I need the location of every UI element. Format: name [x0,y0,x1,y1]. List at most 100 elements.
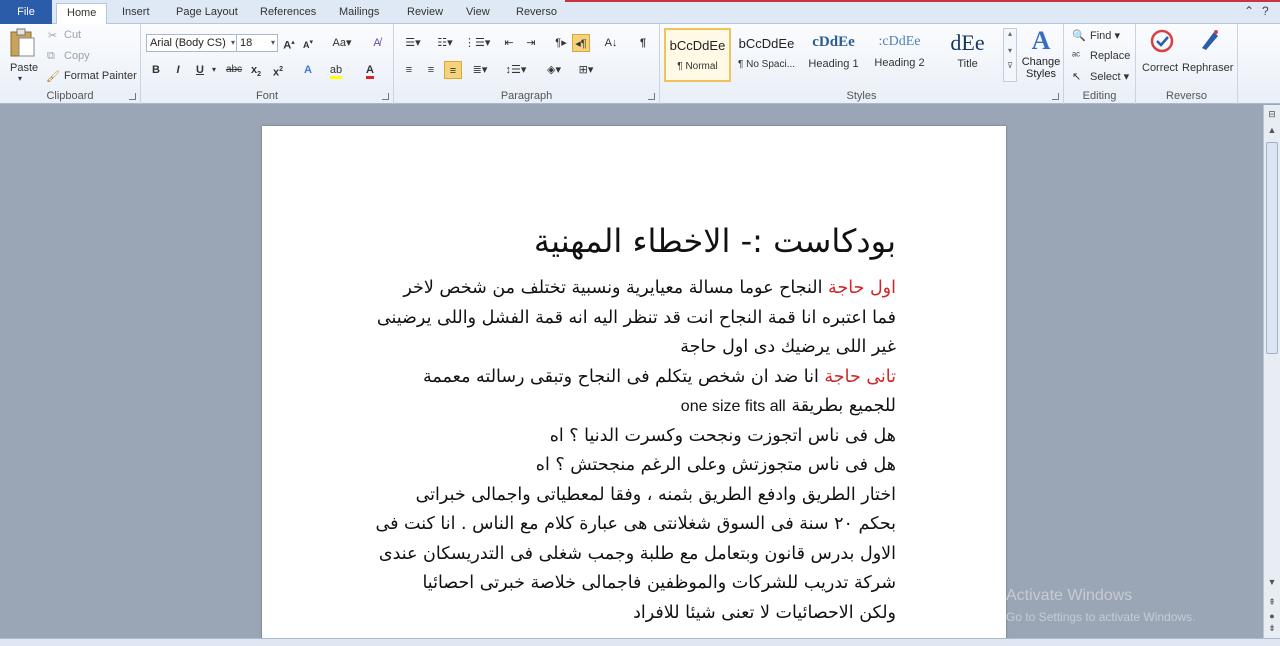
scroll-thumb[interactable] [1266,142,1278,354]
ribbon-tab-bar: File Home Insert Page Layout References … [0,0,1280,25]
tab-mailings[interactable]: Mailings [329,3,389,24]
paste-dropdown-icon[interactable]: ▾ [18,74,22,83]
styles-down-icon[interactable]: ▾ [1004,46,1016,55]
paste-button[interactable]: Paste ▾ [6,28,38,88]
tab-page-layout[interactable]: Page Layout [166,3,248,24]
font-size-dropdown-icon: ▾ [270,38,275,47]
tab-review[interactable]: Review [397,3,453,24]
tab-reverso[interactable]: Reverso [506,3,567,24]
ribbon-home: Paste ▾ ✂ Cut ⧉ Copy 🖌 Format Painter Cl… [0,24,1280,104]
numbering-icon[interactable]: ☷▾ [432,34,458,52]
previous-page-icon[interactable]: ⇞ [1264,597,1280,608]
left-to-right-icon[interactable]: ¶▸ [552,34,570,52]
tab-insert[interactable]: Insert [112,3,160,24]
cut-icon: ✂ [48,30,58,42]
tab-home[interactable]: Home [56,3,108,25]
styles-up-icon[interactable]: ▴ [1004,29,1016,38]
shading-icon[interactable]: ◈▾ [542,61,566,79]
status-bar [0,638,1280,646]
help-icon[interactable]: ? [1262,4,1269,18]
change-case-icon[interactable]: Aa▾ [329,34,355,52]
style-no-spacing[interactable]: bCcDdEe ¶ No Spaci... [733,28,800,82]
body-line-4: بحكم ٢٠ سنة فى السوق شغلانتى هى عبارة كل… [375,514,897,534]
select-browse-object-icon[interactable]: ● [1264,611,1280,621]
styles-gallery-scroll[interactable]: ▴ ▾ ⊽ [1003,28,1017,82]
paste-icon [10,28,35,57]
shrink-font-icon[interactable]: A▾ [299,34,317,52]
paragraph-1-line-3: غير اللى يرضيك دى اول حاجة [680,337,896,357]
sort-icon[interactable]: A↓ [602,34,620,52]
font-size-combo[interactable]: 18 ▾ [236,34,278,52]
paragraph-2-line-1: تانى حاجة انا ضد ان شخص يتكلم فى النجاح … [376,363,896,393]
rephraser-button[interactable]: Rephraser [1182,28,1236,78]
highlight-color-icon[interactable]: ab [327,61,345,79]
paragraph-group: ☰▾ ☷▾ ⋮☰▾ ⇤ ⇥ ¶▸ ◂¶ A↓ ¶ ≡ ≡ ≡ ≣▾ ↕☰▾ ◈▾… [394,24,660,104]
line-spacing-icon[interactable]: ↕☰▾ [504,61,528,79]
paragraph-label: Paragraph [500,90,553,102]
minimize-ribbon-icon[interactable]: ⌃ [1244,4,1254,18]
style-heading-1[interactable]: cDdEe Heading 1 [800,28,867,82]
italic-icon[interactable]: I [169,61,187,79]
underline-dropdown-icon[interactable]: ▾ [205,61,223,79]
cut-button[interactable]: Cut [64,29,81,41]
strikethrough-icon[interactable]: abc [223,61,245,79]
scroll-up-icon[interactable]: ▲ [1264,125,1280,135]
paragraph-launcher-icon[interactable] [648,93,655,100]
decrease-indent-icon[interactable]: ⇤ [500,34,518,52]
clipboard-group: Paste ▾ ✂ Cut ⧉ Copy 🖌 Format Painter Cl… [0,24,141,104]
bold-icon[interactable]: B [147,61,165,79]
copy-icon: ⧉ [47,50,55,62]
paste-label: Paste [10,62,39,74]
tab-file[interactable]: File [0,0,52,24]
style-normal[interactable]: bCcDdEe ¶ Normal [664,28,731,82]
tab-view[interactable]: View [456,3,500,24]
grow-font-icon[interactable]: A▴ [280,34,298,52]
font-size-value: 18 [240,37,253,49]
right-to-left-icon[interactable]: ◂¶ [572,34,590,52]
styles-more-icon[interactable]: ⊽ [1004,61,1016,70]
document-page[interactable]: بودكاست :- الاخطاء المهنية اول حاجة النج… [262,126,1006,646]
bullets-icon[interactable]: ☰▾ [400,34,426,52]
replace-button[interactable]: Replace [1090,50,1130,62]
align-left-icon[interactable]: ≡ [400,61,418,79]
change-styles-button[interactable]: A Change Styles [1020,26,1062,88]
font-launcher-icon[interactable] [382,93,389,100]
font-name-value: Arial (Body CS) [150,37,226,49]
select-button[interactable]: Select ▾ [1090,70,1129,83]
superscript-icon[interactable]: x2 [269,61,287,79]
correct-button[interactable]: Correct [1140,28,1184,78]
style-heading-1-name: Heading 1 [808,58,859,70]
find-button[interactable]: Find ▾ [1090,29,1120,42]
scroll-down-icon[interactable]: ▼ [1264,577,1280,587]
font-name-combo[interactable]: Arial (Body CS) ▾ [146,34,238,52]
font-color-icon[interactable]: A [361,61,379,79]
paragraph-1-line-2: فما اعتبره انا قمة النجاح انت قد تنظر ال… [376,307,896,328]
format-painter-button[interactable]: Format Painter [64,70,137,82]
activate-windows-subtitle: Go to Settings to activate Windows. [1006,610,1196,624]
tab-references[interactable]: References [250,3,326,24]
borders-icon[interactable]: ⊞▾ [574,61,598,79]
align-center-icon[interactable]: ≡ [422,61,440,79]
clear-formatting-icon[interactable]: A̸ [368,34,386,52]
style-title-sample: dEe [950,30,985,55]
show-formatting-icon[interactable]: ¶ [634,34,652,52]
styles-group: bCcDdEe ¶ Normal bCcDdEe ¶ No Spaci... c… [660,24,1064,104]
styles-launcher-icon[interactable] [1052,93,1059,100]
paragraph-2-english: one size fits all [680,398,786,415]
next-page-icon[interactable]: ⇟ [1264,623,1280,634]
justify-icon[interactable]: ≣▾ [468,61,492,79]
clipboard-launcher-icon[interactable] [129,93,136,100]
editing-group: 🔍 Find ▾ ᵃᶜ Replace ↖ Select ▾ Editing [1064,24,1136,104]
multilevel-list-icon[interactable]: ⋮☰▾ [464,34,490,52]
ruler-toggle-icon[interactable]: ⊟ [1264,109,1280,120]
document-title: بودكاست :- الاخطاء المهنية [533,222,896,260]
body-line-2: هل فى ناس متجوزتش وعلى الرغم منجحتش ؟ اه [535,455,896,475]
subscript-icon[interactable]: x2 [247,61,265,79]
copy-button[interactable]: Copy [64,50,90,62]
increase-indent-icon[interactable]: ⇥ [522,34,540,52]
style-heading-2[interactable]: :cDdEe Heading 2 [866,28,933,82]
align-right-icon[interactable]: ≡ [444,61,462,79]
text-effects-icon[interactable]: A [299,61,317,79]
vertical-scrollbar[interactable]: ⊟ ▲ ▼ ⇞ ● ⇟ [1263,105,1280,638]
style-title[interactable]: dEe Title [934,28,1001,82]
